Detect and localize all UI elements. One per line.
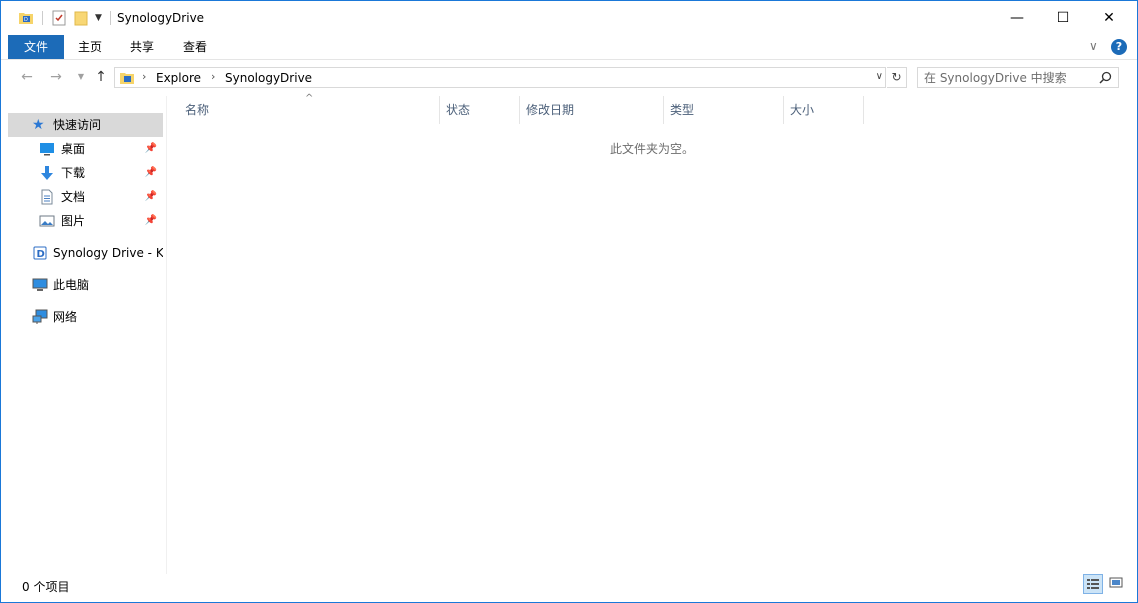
minimize-icon: — xyxy=(1010,10,1024,26)
nav-network[interactable]: 网络 xyxy=(8,305,163,329)
column-header-name[interactable]: 名称 xyxy=(179,96,440,124)
nav-label: 下载 xyxy=(61,166,86,180)
pin-icon[interactable]: 📌 xyxy=(145,161,157,185)
star-icon: ★ xyxy=(32,117,45,133)
network-icon xyxy=(32,309,48,324)
nav-quick-access[interactable]: ★ 快速访问 xyxy=(8,113,163,137)
computer-icon xyxy=(32,278,48,291)
new-folder-icon[interactable] xyxy=(73,10,89,26)
help-icon[interactable]: ? xyxy=(1111,39,1127,55)
download-icon xyxy=(41,166,53,180)
details-view-button[interactable] xyxy=(1083,574,1103,594)
empty-folder-message: 此文件夹为空。 xyxy=(609,142,694,156)
nav-downloads[interactable]: 下载 📌 xyxy=(8,161,163,185)
search-input[interactable] xyxy=(924,70,1094,85)
tab-home[interactable]: 主页 xyxy=(69,35,111,59)
column-header-type[interactable]: 类型 xyxy=(664,96,784,124)
svg-text:D: D xyxy=(37,249,45,260)
nav-desktop[interactable]: 桌面 📌 xyxy=(8,137,163,161)
toolbar-divider xyxy=(109,11,111,25)
customize-toolbar-icon[interactable]: ▼ xyxy=(95,13,102,23)
pin-icon[interactable]: 📌 xyxy=(145,185,157,209)
expand-ribbon-icon[interactable]: ∨ xyxy=(1089,39,1098,53)
close-button[interactable]: ✕ xyxy=(1086,1,1132,35)
nav-label: 此电脑 xyxy=(53,278,90,292)
nav-label: 图片 xyxy=(61,214,86,228)
details-view-icon xyxy=(1087,579,1099,589)
address-bar[interactable]: › Explore › SynologyDrive ∨ xyxy=(114,67,886,88)
breadcrumb-synologydrive[interactable]: SynologyDrive xyxy=(225,71,312,85)
window-title: SynologyDrive xyxy=(117,11,205,25)
nav-this-pc[interactable]: 此电脑 xyxy=(8,273,163,297)
properties-icon[interactable] xyxy=(51,10,67,26)
pin-icon[interactable]: 📌 xyxy=(145,137,157,161)
tab-file[interactable]: 文件 xyxy=(8,35,64,59)
refresh-button[interactable]: ↻ xyxy=(887,67,907,88)
document-icon xyxy=(41,189,53,205)
navigation-pane: ★ 快速访问 桌面 📌 下载 📌 文档 📌 图片 📌 D Synology Dr… xyxy=(1,96,167,574)
column-header-date-modified[interactable]: 修改日期 xyxy=(520,96,664,124)
synology-drive-icon: D xyxy=(33,246,47,260)
nav-synology-drive[interactable]: D Synology Drive - KE xyxy=(8,241,163,265)
up-arrow-icon[interactable]: ↑ xyxy=(92,68,110,86)
status-bar: 0 个项目 xyxy=(1,574,1137,602)
nav-label: Synology Drive - KE xyxy=(53,246,163,260)
column-header-size[interactable]: 大小 xyxy=(784,96,864,124)
ribbon-tabs: 文件 主页 共享 查看 ∨ ? xyxy=(1,35,1137,60)
recent-locations-icon[interactable]: ▼ xyxy=(72,68,90,86)
explorer-window: D ▼ SynologyDrive — ☐ ✕ 文件 主页 共享 查看 ∨ ? … xyxy=(0,0,1138,603)
svg-text:D: D xyxy=(24,17,28,23)
toolbar-divider xyxy=(42,11,43,25)
desktop-icon xyxy=(40,143,54,156)
column-header-status[interactable]: 状态 xyxy=(440,96,520,124)
tab-share[interactable]: 共享 xyxy=(121,35,163,59)
nav-pictures[interactable]: 图片 📌 xyxy=(8,209,163,233)
synology-folder-icon: D xyxy=(19,13,33,24)
file-list: ^ 名称 状态 修改日期 类型 大小 此文件夹为空。 xyxy=(167,93,1137,574)
minimize-button[interactable]: — xyxy=(994,1,1040,35)
close-icon: ✕ xyxy=(1103,10,1115,26)
search-box[interactable] xyxy=(917,67,1119,88)
refresh-icon: ↻ xyxy=(891,70,902,84)
pictures-icon xyxy=(39,215,55,227)
nav-label: 快速访问 xyxy=(53,118,102,132)
back-arrow-icon[interactable]: ← xyxy=(18,68,36,86)
title-bar: D ▼ SynologyDrive — ☐ ✕ xyxy=(1,1,1137,35)
forward-arrow-icon[interactable]: → xyxy=(47,68,65,86)
nav-label: 桌面 xyxy=(61,142,86,156)
quick-access-toolbar: D ▼ xyxy=(18,9,111,27)
tab-view[interactable]: 查看 xyxy=(174,35,216,59)
maximize-icon: ☐ xyxy=(1056,10,1070,26)
nav-label: 网络 xyxy=(53,310,78,324)
nav-label: 文档 xyxy=(61,190,86,204)
synology-folder-icon xyxy=(120,73,134,84)
chevron-right-icon[interactable]: › xyxy=(211,70,215,83)
chevron-right-icon[interactable]: › xyxy=(142,70,146,83)
item-count: 0 个项目 xyxy=(22,580,70,594)
navigation-bar: ← → ▼ ↑ › Explore › SynologyDrive ∨ ↻ xyxy=(1,60,1137,96)
pin-icon[interactable]: 📌 xyxy=(145,209,157,233)
large-icons-view-button[interactable] xyxy=(1107,574,1127,594)
breadcrumb-explore[interactable]: Explore xyxy=(156,71,201,85)
maximize-button[interactable]: ☐ xyxy=(1040,1,1086,35)
nav-documents[interactable]: 文档 📌 xyxy=(8,185,163,209)
large-icons-view-icon xyxy=(1109,577,1123,588)
search-icon[interactable] xyxy=(1099,71,1112,84)
chevron-down-icon[interactable]: ∨ xyxy=(876,71,883,82)
